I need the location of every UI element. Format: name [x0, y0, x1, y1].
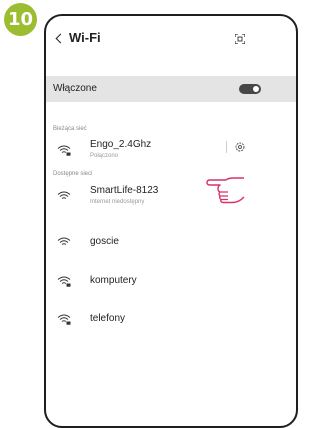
wifi-toggle-label: Włączone	[53, 83, 97, 94]
wifi-toggle-switch[interactable]	[239, 84, 261, 94]
top-bar: Wi-Fi	[46, 16, 296, 60]
qr-scan-icon[interactable]	[235, 34, 245, 44]
step-number-badge: 10	[4, 3, 37, 36]
divider	[226, 141, 227, 153]
wifi-lock-icon	[57, 314, 71, 325]
network-status: Internet niedostępny	[90, 199, 145, 205]
network-name: komputery	[90, 275, 137, 286]
current-network-row[interactable]: Engo_2.4Ghz Połączono	[46, 139, 296, 167]
network-status: Połączono	[90, 153, 119, 159]
wifi-lock-icon	[57, 276, 71, 287]
wifi-icon	[57, 237, 71, 245]
network-row-goscie[interactable]: goscie	[46, 234, 296, 252]
wifi-toggle-row[interactable]: Włączone	[46, 76, 296, 102]
available-networks-section-label: Dostępne sieci	[53, 171, 93, 177]
network-name: telefony	[90, 313, 126, 324]
gear-icon[interactable]	[234, 141, 246, 153]
network-row-telefony[interactable]: telefony	[46, 311, 296, 329]
network-name: SmartLife-8123	[90, 185, 159, 196]
network-row-komputery[interactable]: komputery	[46, 273, 296, 291]
pointing-hand-icon	[206, 177, 245, 204]
wifi-icon	[57, 191, 71, 199]
current-network-section-label: Bieżąca sieć	[53, 126, 87, 132]
wifi-lock-icon	[57, 145, 71, 156]
network-row-smartlife[interactable]: SmartLife-8123 Internet niedostępny	[46, 185, 296, 213]
network-name: Engo_2.4Ghz	[90, 139, 152, 150]
phone-screen: Wi-Fi Włączone Bieżąca sieć Engo_2.4Ghz …	[44, 14, 298, 428]
network-name: goscie	[90, 236, 119, 247]
switch-knob	[253, 86, 259, 92]
page-title: Wi-Fi	[69, 30, 101, 45]
chevron-left-icon[interactable]	[55, 33, 66, 44]
